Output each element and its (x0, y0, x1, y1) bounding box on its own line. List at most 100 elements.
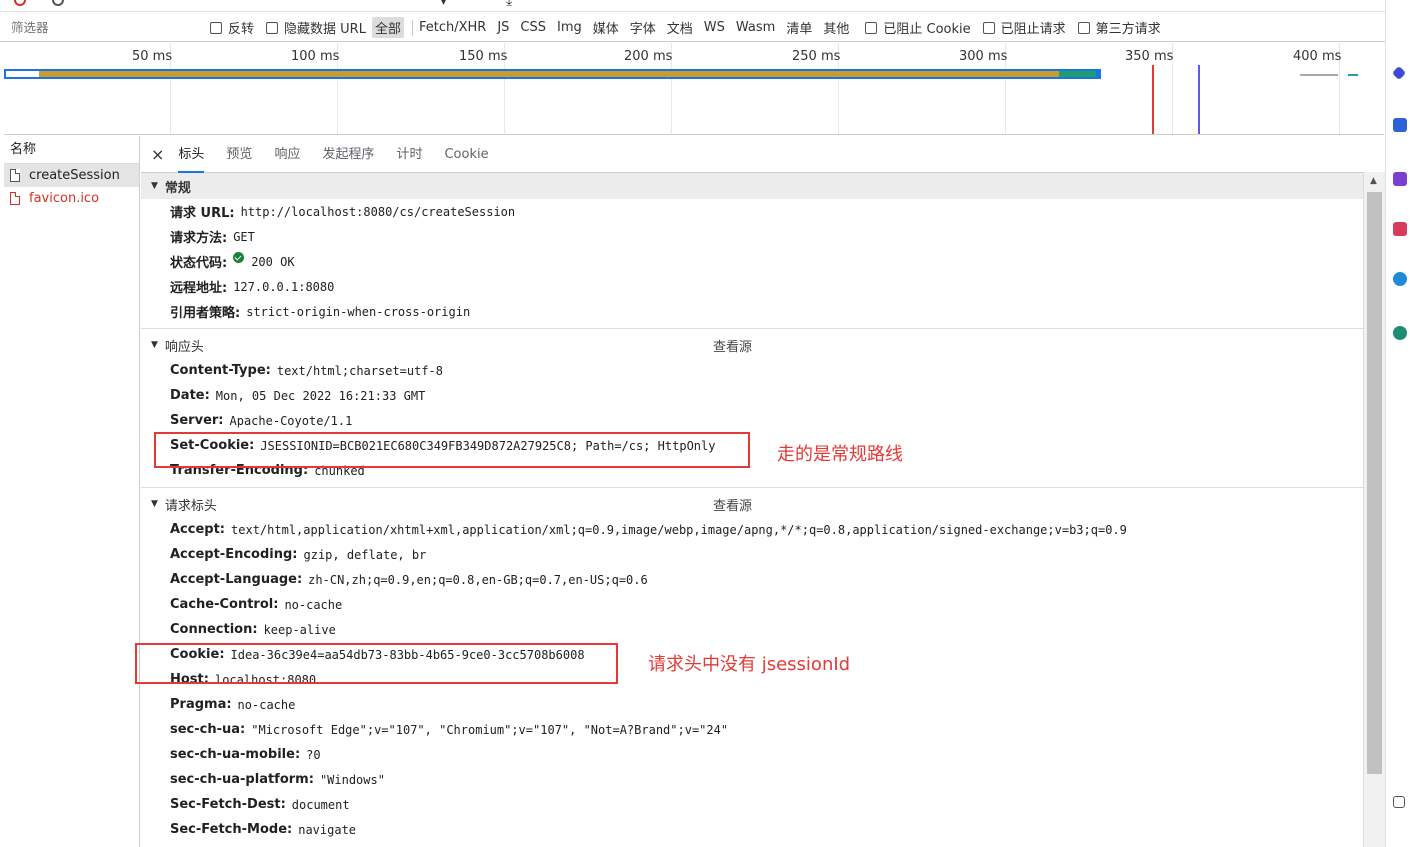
header-key: 状态代码: (170, 256, 228, 271)
header-value: Mon, 05 Dec 2022 16:21:33 GMT (215, 388, 426, 403)
section-request-headers-header[interactable]: ▼ 请求标头 查看源 (141, 491, 1385, 517)
record-icon[interactable] (14, 0, 26, 6)
header-value: 127.0.0.1:8080 (233, 279, 335, 294)
tab-initiator[interactable]: 发起程序 (322, 136, 374, 173)
checkbox-box[interactable] (982, 21, 995, 34)
tab-preview[interactable]: 预览 (226, 136, 252, 173)
tab-response[interactable]: 响应 (274, 136, 300, 173)
header-value: "Microsoft Edge";v="107", "Chromium";v="… (251, 722, 729, 737)
type-filter-other[interactable]: 其他 (823, 18, 849, 37)
waterfall-wait-segment (39, 71, 1059, 77)
header-key: sec-ch-ua-mobile: (170, 747, 301, 762)
extension-icon[interactable] (1393, 172, 1407, 186)
top-toolbar: ▾ ⤓ (0, 0, 1385, 12)
type-filter-fetch-xhr[interactable]: Fetch/XHR (419, 20, 486, 35)
tick-label: 50 ms (132, 49, 173, 64)
header-row: 引用者策略: strict-origin-when-cross-origin (141, 299, 1385, 324)
annotation-box-cookie (135, 643, 618, 684)
view-source-link[interactable]: 查看源 (713, 495, 752, 514)
extension-icon[interactable] (1393, 326, 1407, 340)
header-row: 状态代码: 200 OK (141, 249, 1385, 274)
download-icon[interactable]: ⤓ (506, 0, 512, 9)
request-list: 名称 createSession favicon.ico (4, 136, 140, 847)
tick-label: 100 ms (291, 49, 340, 64)
tab-timing[interactable]: 计时 (396, 136, 422, 173)
type-filter-media[interactable]: 媒体 (593, 18, 619, 37)
header-key: Cache-Control: (170, 597, 279, 612)
section-title: 响应头 (164, 339, 204, 355)
type-filter-js[interactable]: JS (497, 20, 509, 35)
status-ok-icon (233, 252, 245, 263)
section-general-header[interactable]: ▼ 常规 (141, 173, 1385, 199)
type-filter-font[interactable]: 字体 (630, 18, 656, 37)
third-party-checkbox[interactable]: 第三方请求 (1077, 18, 1161, 37)
blocked-requests-checkbox[interactable]: 已阻止请求 (982, 18, 1066, 37)
scroll-up-icon[interactable]: ▲ (1370, 176, 1377, 186)
header-value: gzip, deflate, br (303, 547, 427, 562)
type-filter-manifest[interactable]: 清单 (786, 18, 812, 37)
checkbox-box[interactable] (210, 21, 222, 34)
header-value: text/html,application/xhtml+xml,applicat… (231, 522, 1127, 537)
blocked-cookies-checkbox[interactable]: 已阻止 Cookie (865, 18, 971, 37)
request-name: favicon.ico (29, 191, 100, 206)
checkbox-box[interactable] (1077, 21, 1090, 34)
extension-icon[interactable] (1391, 65, 1407, 81)
filter-input[interactable] (5, 16, 200, 39)
request-row-createsession[interactable]: createSession (4, 164, 139, 187)
type-filter-ws[interactable]: WS (704, 20, 725, 35)
tick-label: 350 ms (1125, 49, 1174, 64)
type-filter-doc[interactable]: 文档 (667, 18, 693, 37)
header-row: Cache-Control: no-cache (141, 592, 1385, 617)
details-scrollbar[interactable]: ▲ (1363, 172, 1385, 847)
clear-icon[interactable] (52, 0, 64, 6)
header-value: no-cache (284, 597, 343, 612)
header-value: keep-alive (263, 622, 336, 637)
type-filter-img[interactable]: Img (557, 20, 582, 35)
waterfall-queue-segment (6, 71, 39, 77)
header-row: Server: Apache-Coyote/1.1 (141, 408, 1385, 433)
extension-icon[interactable] (1393, 222, 1407, 236)
type-filter-all[interactable]: 全部 (371, 17, 404, 38)
network-overview-timeline[interactable]: 50 ms 100 ms 150 ms 200 ms 250 ms 300 ms… (4, 43, 1384, 135)
header-key: sec-ch-ua: (170, 722, 246, 737)
header-row: Connection: keep-alive (141, 617, 1385, 642)
request-name: createSession (29, 168, 120, 183)
header-value: ?0 (306, 747, 321, 762)
expand-triangle-icon[interactable]: ▼ (151, 181, 158, 191)
annotation-text-set-cookie: 走的是常规路线 (777, 444, 903, 465)
close-icon[interactable]: × (151, 145, 164, 164)
name-column-header[interactable]: 名称 (4, 136, 139, 164)
invert-checkbox[interactable]: 反转 (210, 18, 254, 37)
header-row: Pragma: no-cache (141, 692, 1385, 717)
type-filter-css[interactable]: CSS (520, 20, 546, 35)
request-details-pane: × 标头 预览 响应 发起程序 计时 Cookie ▼ 常规 请求 URL: ht… (141, 136, 1385, 847)
checkbox-box[interactable] (865, 21, 878, 34)
checkbox-box[interactable] (266, 21, 279, 34)
extension-icon[interactable] (1393, 118, 1407, 132)
header-value: strict-origin-when-cross-origin (246, 304, 471, 319)
section-response-headers-header[interactable]: ▼ 响应头 查看源 (141, 332, 1385, 358)
header-row: Content-Type: text/html;charset=utf-8 (141, 358, 1385, 383)
header-row: 请求 URL: http://localhost:8080/cs/createSe… (141, 199, 1385, 224)
tab-headers[interactable]: 标头 (178, 136, 205, 173)
waterfall-bar-favicon-download (1348, 74, 1358, 76)
tab-cookies[interactable]: Cookie (444, 136, 488, 173)
request-row-favicon[interactable]: favicon.ico (4, 187, 139, 210)
type-filter-wasm[interactable]: Wasm (736, 20, 775, 35)
expand-triangle-icon[interactable]: ▼ (151, 499, 158, 509)
view-source-link[interactable]: 查看源 (713, 336, 752, 355)
browser-sidebar (1385, 0, 1410, 847)
header-value: no-cache (237, 697, 296, 712)
header-key: 请求方法: (170, 231, 228, 246)
header-row: sec-ch-ua-mobile: ?0 (141, 742, 1385, 767)
header-key: Sec-Fetch-Mode: (170, 822, 293, 837)
sidebar-settings-icon[interactable] (1393, 796, 1405, 808)
blocked-cookies-label: 已阻止 Cookie (883, 22, 971, 37)
filter-funnel-icon[interactable]: ▾ (440, 0, 447, 9)
hide-data-url-checkbox[interactable]: 隐藏数据 URL (266, 18, 366, 37)
header-value: http://localhost:8080/cs/createSession (240, 204, 516, 219)
header-row: Accept-Encoding: gzip, deflate, br (141, 542, 1385, 567)
extension-icon[interactable] (1393, 272, 1407, 286)
expand-triangle-icon[interactable]: ▼ (151, 340, 158, 350)
scrollbar-thumb[interactable] (1367, 192, 1382, 774)
